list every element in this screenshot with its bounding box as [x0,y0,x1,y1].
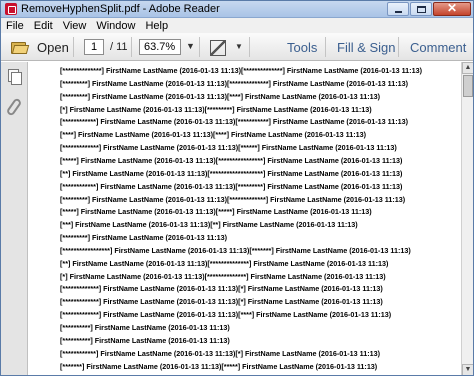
menu-help[interactable]: Help [140,20,173,32]
close-button[interactable]: ✕ [433,1,471,16]
document-text-line: [**********] FirstName LastName (2016-01… [60,335,230,345]
document-text-line: [*********] FirstName LastName (2016-01-… [60,91,381,101]
menu-bar: File Edit View Window Help [1,18,473,33]
document-text-line: [*] FirstName LastName (2016-01-13 11:13… [60,271,386,281]
tools-button[interactable]: Tools [287,40,317,55]
folder-icon [11,41,30,54]
document-text-line: [*********] FirstName LastName (2016-01-… [60,78,408,88]
toolbar-separator [199,37,200,57]
document-text-line: [**************] FirstName LastName (201… [60,66,422,75]
document-text-line: [*******] FirstName LastName (2016-01-13… [60,361,378,371]
scroll-down-icon[interactable]: ▼ [462,364,473,375]
menu-view[interactable]: View [58,20,92,32]
fill-sign-button[interactable]: Fill & Sign [337,40,396,55]
document-text-line: [***] FirstName LastName (2016-01-13 11:… [60,220,358,230]
document-text-line: [*************] FirstName LastName (2016… [60,310,392,320]
document-text-line: [**] FirstName LastName (2016-01-13 11:1… [60,258,389,268]
document-text-line: [**********] FirstName LastName (2016-01… [60,323,230,332]
attachments-icon[interactable] [5,97,23,117]
toolbar-separator [131,37,132,57]
document-text-line: [*************] FirstName LastName (2016… [60,143,397,153]
fit-page-icon[interactable] [209,39,226,56]
toolbar: Open / 11 63.7% ▼ ▼ Tools Fill & Sign Co… [1,33,473,61]
window-controls: ✕ [387,1,471,16]
document-text-line: [*****] FirstName LastName (2016-01-13 1… [60,155,403,165]
document-view[interactable]: [**************] FirstName LastName (201… [29,62,461,375]
toolbar-separator [398,37,399,57]
toolbar-separator [249,37,250,57]
window-title: RemoveHyphenSplit.pdf - Adobe Reader [21,3,220,15]
more-tools-chevron-icon[interactable]: ▼ [235,42,243,51]
document-text-line: [*************] FirstName LastName (2016… [60,297,383,307]
document-text-line: [*************] FirstName LastName (2016… [60,284,383,294]
document-text-line: [*********] FirstName LastName (2016-01-… [60,233,227,243]
minimize-button[interactable] [387,2,409,16]
adobe-reader-icon [5,3,17,15]
pages-panel-icon[interactable] [8,69,22,85]
title-bar: RemoveHyphenSplit.pdf - Adobe Reader ✕ [1,1,473,18]
menu-file[interactable]: File [1,20,29,32]
toolbar-separator [325,37,326,57]
maximize-icon [417,6,426,13]
page-number-input[interactable] [84,39,104,55]
scroll-up-icon[interactable]: ▲ [462,62,473,74]
app-window: RemoveHyphenSplit.pdf - Adobe Reader ✕ F… [0,0,474,376]
document-text-line: [****] FirstName LastName (2016-01-13 11… [60,130,367,140]
toolbar-separator [73,37,74,57]
navigation-pane [1,62,28,375]
scroll-thumb[interactable] [463,75,473,97]
document-text-line: [************] FirstName LastName (2016-… [60,117,408,127]
minimize-icon [395,11,402,13]
menu-edit[interactable]: Edit [29,20,58,32]
page-total: / 11 [110,41,128,53]
open-button[interactable]: Open [11,38,69,56]
document-text-line: [**] FirstName LastName (2016-01-13 11:1… [60,168,403,178]
zoom-dropdown-icon[interactable]: ▼ [186,41,195,51]
open-label: Open [37,39,69,55]
vertical-scrollbar[interactable]: ▲ ▼ [461,62,473,375]
close-icon: ✕ [447,1,458,15]
document-text-line: [************] FirstName LastName (2016-… [60,348,381,358]
document-text-line: [*********] FirstName LastName (2016-01-… [60,194,406,204]
zoom-field[interactable]: 63.7% [139,39,181,55]
maximize-button[interactable] [410,2,432,16]
document-text-line: [*] FirstName LastName (2016-01-13 11:13… [60,104,372,114]
document-text-line: [*****] FirstName LastName (2016-01-13 1… [60,207,372,217]
menu-window[interactable]: Window [91,20,140,32]
comment-button[interactable]: Comment [410,40,466,55]
document-text-line: [************] FirstName LastName (2016-… [60,181,403,191]
document-text-line: [*****************] FirstName LastName (… [60,245,411,255]
